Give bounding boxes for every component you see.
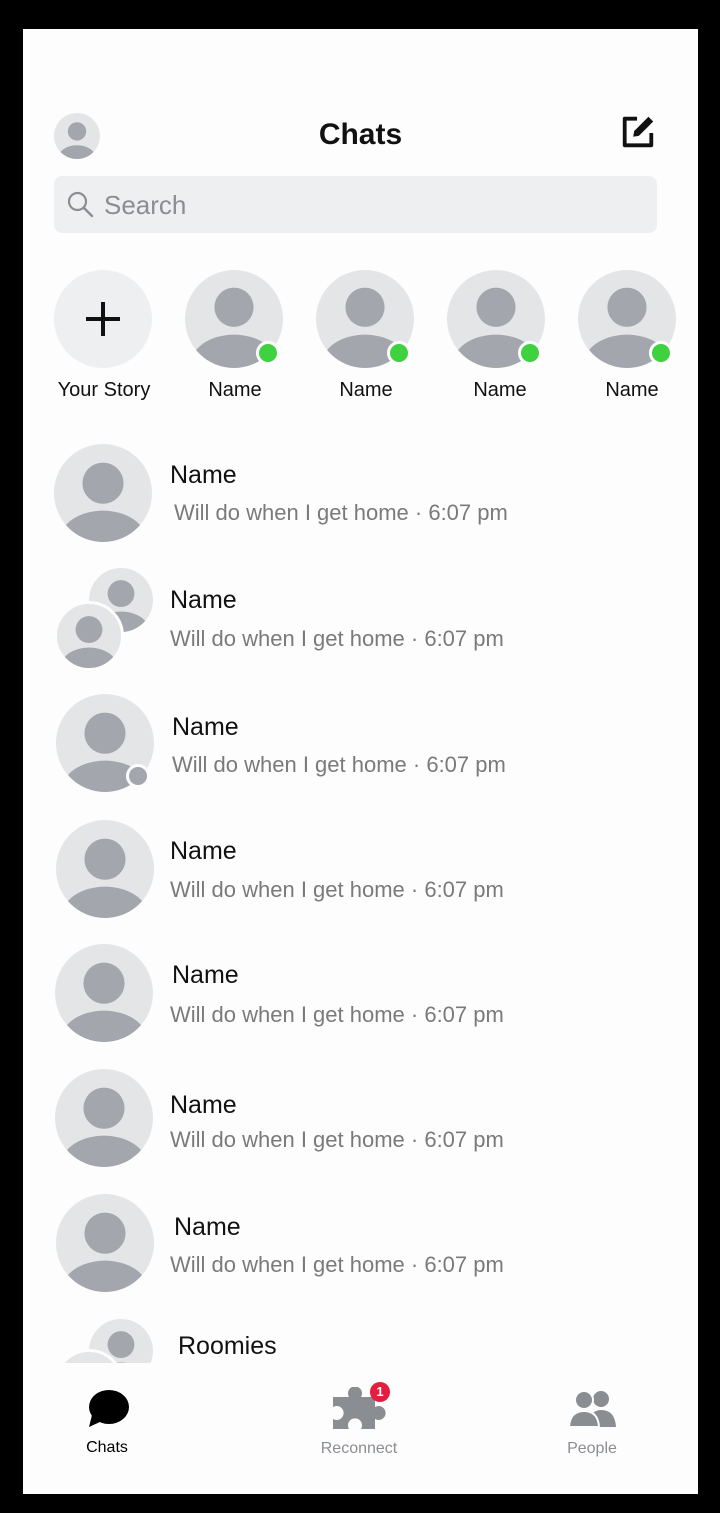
chat-name: Name — [170, 837, 237, 865]
online-indicator — [649, 341, 673, 365]
contact-avatar — [54, 444, 152, 542]
story-label: Name — [473, 379, 527, 401]
plus-icon — [86, 302, 120, 336]
inactive-status-indicator — [126, 764, 150, 788]
tab-bar: Chats 1 Reconnect People — [23, 1363, 698, 1494]
online-indicator — [387, 341, 411, 365]
chat-bubble-icon — [86, 1389, 130, 1429]
tab-label: People — [567, 1440, 617, 1457]
tab-chats[interactable]: Chats — [47, 1363, 167, 1463]
chat-preview: Will do when I get home · 6:07 pm — [172, 752, 506, 777]
chat-row[interactable]: Name Will do when I get home · 6:07 pm — [23, 560, 698, 680]
chat-row[interactable]: Name Will do when I get home · 6:07 pm — [23, 1186, 698, 1306]
tab-people[interactable]: People — [532, 1363, 652, 1463]
chat-row[interactable]: Name Will do when I get home · 6:07 pm — [23, 936, 698, 1056]
online-indicator — [256, 341, 280, 365]
group-avatar-front — [54, 1349, 124, 1363]
reconnect-badge: 1 — [370, 1382, 390, 1402]
chat-name: Name — [170, 461, 237, 489]
chats-screen: Chats input::placeholder { color:#8a8d91… — [23, 29, 698, 1494]
chat-preview: Will do when I get home · 6:07 pm — [170, 1252, 504, 1277]
contact-avatar — [56, 820, 154, 918]
search-icon — [66, 190, 94, 218]
chat-name: Name — [170, 1091, 237, 1119]
search-input[interactable] — [102, 184, 636, 226]
chat-preview: Will do when I get home · 6:07 pm — [174, 500, 508, 525]
tab-reconnect[interactable]: 1 Reconnect — [299, 1363, 419, 1463]
tab-label: Reconnect — [320, 1440, 398, 1457]
story-label: Name — [605, 379, 659, 401]
chat-name: Name — [172, 713, 239, 741]
online-indicator — [518, 341, 542, 365]
story-label: Name — [339, 379, 393, 401]
chat-preview: Will do when I get home · 6:07 pm — [170, 626, 504, 651]
chat-preview: Will do when I get home · 6:07 pm — [170, 1127, 504, 1152]
chat-row[interactable]: Name Will do when I get home · 6:07 pm — [23, 812, 698, 932]
chat-name: Roomies — [178, 1332, 277, 1360]
compose-icon[interactable] — [619, 113, 657, 151]
chat-name: Name — [172, 961, 239, 989]
story-label: Name — [208, 379, 262, 401]
people-icon — [567, 1389, 618, 1429]
chat-row[interactable]: Roomies — [23, 1311, 698, 1363]
story-label: Your Story — [57, 379, 151, 401]
contact-avatar — [55, 1069, 153, 1167]
page-title: Chats — [318, 118, 403, 151]
chat-preview: Will do when I get home · 6:07 pm — [170, 877, 504, 902]
add-story-button[interactable] — [54, 270, 152, 368]
chat-row[interactable]: Name Will do when I get home · 6:07 pm — [23, 434, 698, 554]
group-avatar-front — [54, 601, 124, 671]
chat-row[interactable]: Name Will do when I get home · 6:07 pm — [23, 1061, 698, 1181]
contact-avatar — [56, 1194, 154, 1292]
chat-row[interactable]: Name Will do when I get home · 6:07 pm — [23, 686, 698, 806]
tab-label: Chats — [86, 1439, 128, 1456]
contact-avatar — [55, 944, 153, 1042]
chat-name: Name — [170, 586, 237, 614]
search-bar[interactable] — [54, 176, 657, 233]
chat-preview: Will do when I get home · 6:07 pm — [170, 1002, 504, 1027]
chat-name: Name — [174, 1213, 241, 1241]
